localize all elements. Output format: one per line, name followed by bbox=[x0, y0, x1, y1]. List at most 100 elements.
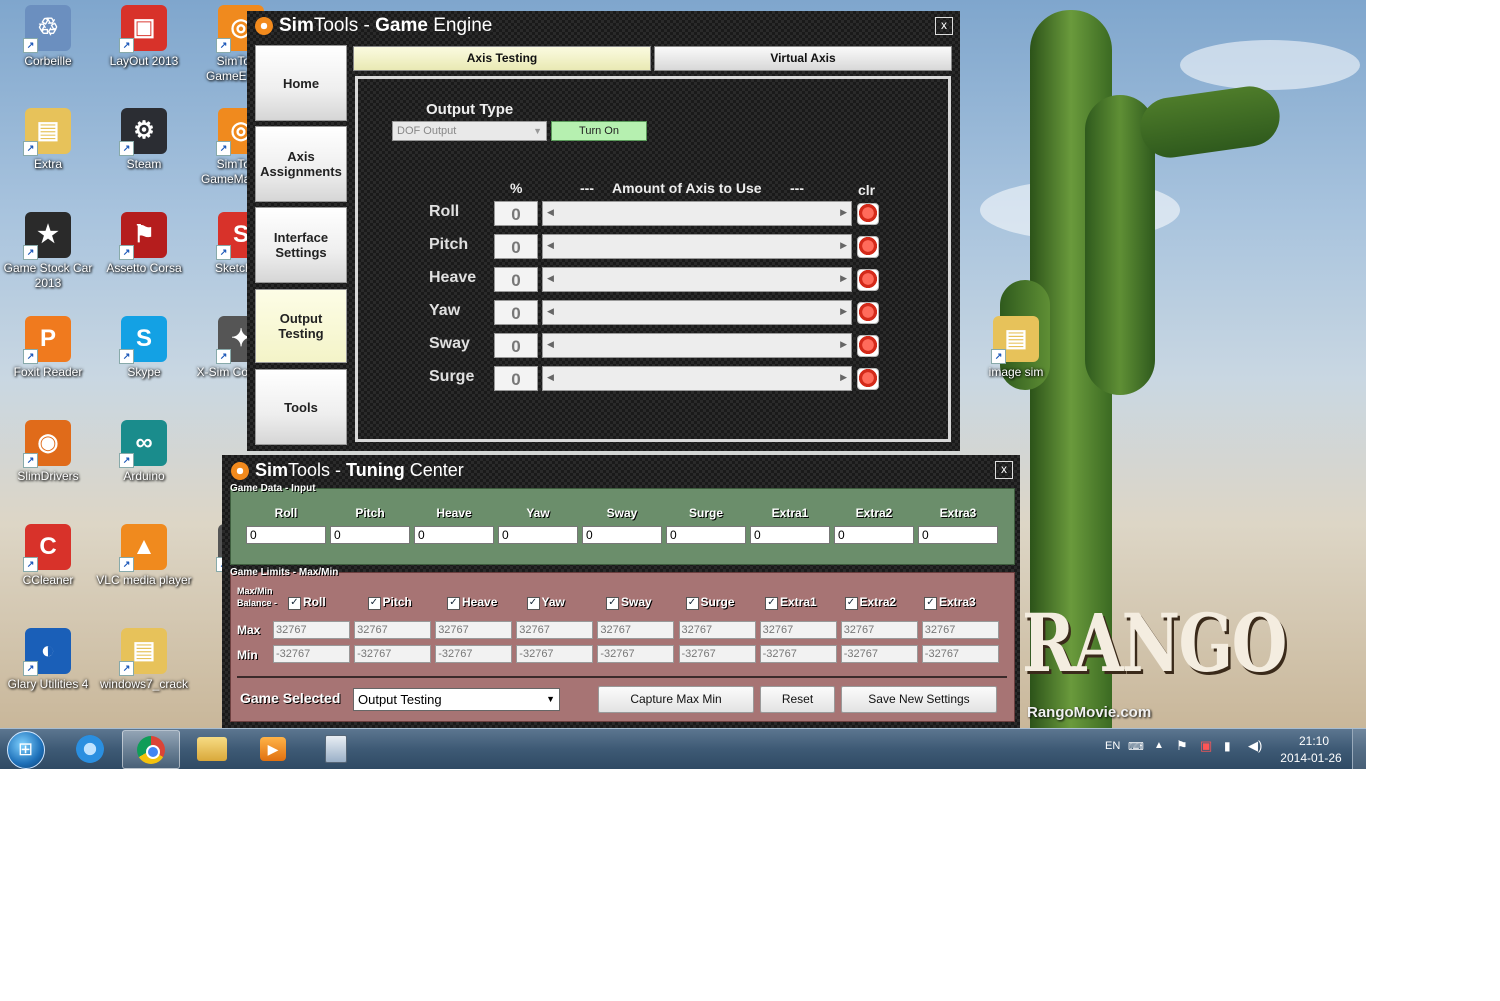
language-indicator[interactable]: EN bbox=[1105, 740, 1120, 752]
show-desktop-button[interactable] bbox=[1352, 729, 1367, 769]
max-value-field[interactable]: 32767 bbox=[273, 621, 350, 639]
max-value-field[interactable]: 32767 bbox=[759, 621, 837, 639]
balance-checkbox[interactable]: ✓ bbox=[288, 597, 301, 610]
keyboard-icon[interactable]: ⌨ bbox=[1128, 740, 1144, 753]
output-type-dropdown[interactable]: DOF Output ▼ bbox=[392, 121, 547, 141]
close-button[interactable]: x bbox=[935, 17, 953, 35]
input-value-field[interactable]: 0 bbox=[582, 526, 662, 544]
taskbar-chrome[interactable] bbox=[122, 730, 180, 769]
axis-slider-surge[interactable]: ◀ ▶ bbox=[542, 366, 852, 391]
arrow-right-icon[interactable]: ▶ bbox=[840, 339, 847, 350]
min-value-field[interactable]: -32767 bbox=[435, 645, 513, 663]
capture-max-min-button[interactable]: Capture Max Min bbox=[598, 686, 754, 713]
nav-tools[interactable]: Tools bbox=[255, 369, 347, 445]
input-value-field[interactable]: 0 bbox=[246, 526, 326, 544]
input-value-field[interactable]: 0 bbox=[498, 526, 578, 544]
desktop-shortcut[interactable]: ▤ ↗ windows7_crack bbox=[96, 628, 192, 692]
input-value-field[interactable]: 0 bbox=[834, 526, 914, 544]
max-value-field[interactable]: 32767 bbox=[435, 621, 513, 639]
arrow-right-icon[interactable]: ▶ bbox=[840, 273, 847, 284]
device-tray-icon[interactable]: ▣ bbox=[1200, 738, 1212, 754]
axis-percent-surge[interactable]: 0 bbox=[494, 366, 538, 391]
volume-icon[interactable]: ◀) bbox=[1248, 738, 1262, 754]
turn-on-button[interactable]: Turn On bbox=[551, 121, 647, 141]
arrow-left-icon[interactable]: ◀ bbox=[547, 207, 554, 218]
axis-percent-heave[interactable]: 0 bbox=[494, 267, 538, 292]
balance-checkbox[interactable]: ✓ bbox=[367, 597, 381, 610]
min-value-field[interactable]: -32767 bbox=[840, 645, 918, 663]
close-button[interactable]: x bbox=[995, 461, 1013, 479]
input-value-field[interactable]: 0 bbox=[750, 526, 830, 544]
arrow-left-icon[interactable]: ◀ bbox=[547, 339, 554, 350]
network-signal-icon[interactable]: ▮ bbox=[1224, 739, 1231, 753]
balance-checkbox[interactable]: ✓ bbox=[924, 597, 937, 610]
desktop-shortcut[interactable]: ⚙ ↗ Steam bbox=[96, 108, 192, 172]
axis-percent-pitch[interactable]: 0 bbox=[494, 234, 538, 259]
desktop-shortcut[interactable]: ◐ ↗ Glary Utilities 4 bbox=[0, 628, 96, 692]
axis-percent-roll[interactable]: 0 bbox=[494, 201, 538, 226]
max-value-field[interactable]: 32767 bbox=[840, 621, 918, 639]
axis-slider-sway[interactable]: ◀ ▶ bbox=[542, 333, 852, 358]
desktop-shortcut[interactable]: C ↗ CCleaner bbox=[0, 524, 96, 588]
axis-slider-yaw[interactable]: ◀ ▶ bbox=[542, 300, 852, 325]
min-value-field[interactable]: -32767 bbox=[759, 645, 837, 663]
desktop-shortcut[interactable]: ▣ ↗ LayOut 2013 bbox=[96, 5, 192, 69]
clear-button-pitch[interactable] bbox=[857, 236, 879, 258]
tab-axis-testing[interactable]: Axis Testing bbox=[353, 46, 651, 71]
desktop-shortcut[interactable]: ▲ ↗ VLC media player bbox=[96, 524, 192, 588]
show-hidden-icons-icon[interactable]: ▲ bbox=[1154, 740, 1164, 751]
taskbar-internet-explorer[interactable] bbox=[62, 730, 118, 767]
nav-axis-assignments[interactable]: Axis Assignments bbox=[255, 126, 347, 202]
max-value-field[interactable]: 32767 bbox=[354, 621, 432, 639]
arrow-left-icon[interactable]: ◀ bbox=[547, 372, 554, 383]
desktop-shortcut[interactable]: ⚑ ↗ Assetto Corsa bbox=[96, 212, 192, 276]
min-value-field[interactable]: -32767 bbox=[678, 645, 756, 663]
balance-checkbox[interactable]: ✓ bbox=[844, 597, 858, 610]
desktop-shortcut[interactable]: ◉ ↗ SlimDrivers bbox=[0, 420, 96, 484]
clock-date[interactable]: 2014-01-26 bbox=[1276, 751, 1346, 765]
taskbar-media-player[interactable]: ▶ bbox=[245, 730, 301, 767]
desktop-shortcut[interactable]: ▤ ↗ image sim bbox=[968, 316, 1064, 380]
arrow-left-icon[interactable]: ◀ bbox=[547, 273, 554, 284]
axis-percent-yaw[interactable]: 0 bbox=[494, 300, 538, 325]
desktop-shortcut[interactable]: ∞ ↗ Arduino bbox=[96, 420, 192, 484]
arrow-right-icon[interactable]: ▶ bbox=[840, 306, 847, 317]
clear-button-surge[interactable] bbox=[857, 368, 879, 390]
desktop-shortcut[interactable]: P ↗ Foxit Reader bbox=[0, 316, 96, 380]
axis-slider-roll[interactable]: ◀ ▶ bbox=[542, 201, 852, 226]
min-value-field[interactable]: -32767 bbox=[516, 645, 594, 663]
input-value-field[interactable]: 0 bbox=[414, 526, 494, 544]
balance-checkbox[interactable]: ✓ bbox=[447, 597, 460, 610]
balance-checkbox[interactable]: ✓ bbox=[606, 597, 619, 610]
max-value-field[interactable]: 32767 bbox=[921, 621, 999, 639]
tab-virtual-axis[interactable]: Virtual Axis bbox=[654, 46, 952, 71]
arrow-left-icon[interactable]: ◀ bbox=[547, 240, 554, 251]
nav-home[interactable]: Home bbox=[255, 45, 347, 121]
reset-button[interactable]: Reset bbox=[760, 686, 835, 713]
min-value-field[interactable]: -32767 bbox=[354, 645, 432, 663]
axis-slider-heave[interactable]: ◀ ▶ bbox=[542, 267, 852, 292]
nav-output-testing[interactable]: Output Testing bbox=[255, 289, 347, 363]
save-new-settings-button[interactable]: Save New Settings bbox=[841, 686, 997, 713]
max-value-field[interactable]: 32767 bbox=[597, 621, 675, 639]
arrow-right-icon[interactable]: ▶ bbox=[840, 240, 847, 251]
desktop-shortcut[interactable]: ▤ ↗ Extra bbox=[0, 108, 96, 172]
min-value-field[interactable]: -32767 bbox=[273, 645, 350, 663]
arrow-left-icon[interactable]: ◀ bbox=[547, 306, 554, 317]
axis-percent-sway[interactable]: 0 bbox=[494, 333, 538, 358]
input-value-field[interactable]: 0 bbox=[330, 526, 410, 544]
game-selected-dropdown[interactable]: Output Testing ▼ bbox=[353, 688, 560, 711]
clear-button-heave[interactable] bbox=[857, 269, 879, 291]
axis-slider-pitch[interactable]: ◀ ▶ bbox=[542, 234, 852, 259]
action-center-flag-icon[interactable]: ⚑ bbox=[1176, 738, 1188, 754]
max-value-field[interactable]: 32767 bbox=[678, 621, 756, 639]
desktop-shortcut[interactable]: ★ ↗ Game Stock Car 2013 bbox=[0, 212, 96, 291]
desktop-shortcut[interactable]: S ↗ Skype bbox=[96, 316, 192, 380]
taskbar-windows-explorer[interactable] bbox=[184, 730, 240, 767]
nav-interface-settings[interactable]: Interface Settings bbox=[255, 207, 347, 283]
arrow-right-icon[interactable]: ▶ bbox=[840, 207, 847, 218]
arrow-right-icon[interactable]: ▶ bbox=[840, 372, 847, 383]
balance-checkbox[interactable]: ✓ bbox=[685, 597, 699, 610]
clear-button-roll[interactable] bbox=[857, 203, 879, 225]
desktop-shortcut[interactable]: ♲ ↗ Corbeille bbox=[0, 5, 96, 69]
